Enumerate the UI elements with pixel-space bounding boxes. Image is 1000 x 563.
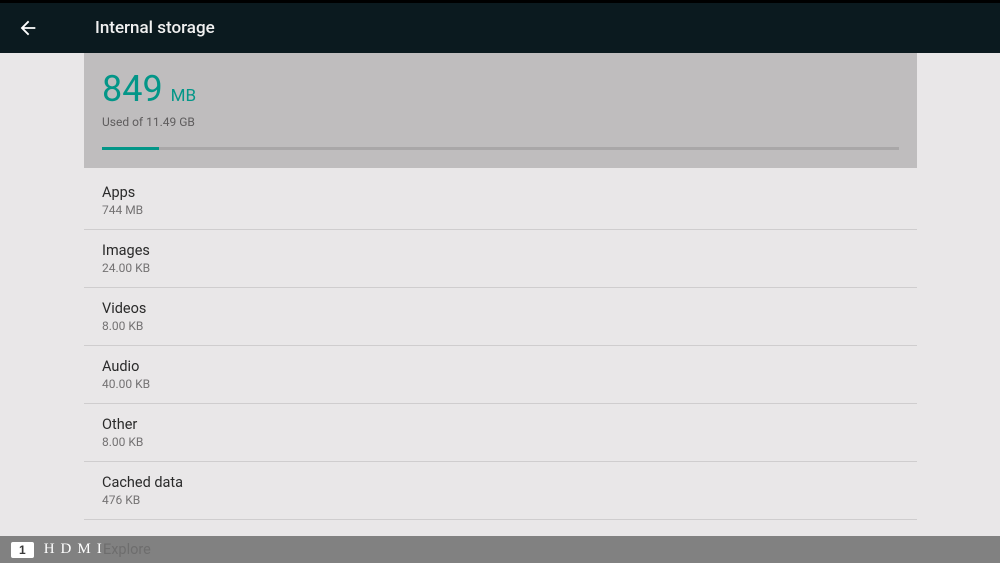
category-label: Audio (102, 358, 899, 375)
category-label: Images (102, 242, 899, 259)
page-title: Internal storage (95, 18, 215, 38)
usage-bar-track (102, 147, 899, 150)
category-cached-data[interactable]: Cached data 476 KB (84, 462, 917, 520)
category-videos[interactable]: Videos 8.00 KB (84, 288, 917, 346)
category-images[interactable]: Images 24.00 KB (84, 230, 917, 288)
category-label: Apps (102, 184, 899, 201)
category-label: Cached data (102, 474, 899, 491)
category-value: 40.00 KB (102, 377, 899, 391)
used-unit: MB (171, 86, 196, 106)
hdmi-overlay: 1 HDMI (0, 536, 1000, 563)
storage-settings-screen: Internal storage 849 MB Used of 11.49 GB… (0, 3, 1000, 563)
category-value: 476 KB (102, 493, 899, 507)
category-audio[interactable]: Audio 40.00 KB (84, 346, 917, 404)
used-amount: 849 (102, 71, 163, 107)
category-value: 24.00 KB (102, 261, 899, 275)
category-apps[interactable]: Apps 744 MB (84, 168, 917, 230)
category-value: 8.00 KB (102, 319, 899, 333)
category-list: Apps 744 MB Images 24.00 KB Videos 8.00 … (84, 168, 917, 520)
back-button[interactable] (16, 16, 40, 40)
category-value: 744 MB (102, 203, 899, 217)
storage-summary[interactable]: 849 MB Used of 11.49 GB (84, 53, 917, 168)
hdmi-label: HDMI (44, 541, 108, 558)
usage-bar-fill (102, 147, 159, 150)
content-column: 849 MB Used of 11.49 GB Apps 744 MB Imag… (84, 53, 917, 563)
category-label: Videos (102, 300, 899, 317)
category-value: 8.00 KB (102, 435, 899, 449)
app-bar: Internal storage (0, 3, 1000, 53)
arrow-back-icon (17, 17, 39, 39)
category-other[interactable]: Other 8.00 KB (84, 404, 917, 462)
category-label: Other (102, 416, 899, 433)
hdmi-input-badge: 1 (11, 542, 34, 558)
used-subtitle: Used of 11.49 GB (102, 115, 899, 129)
